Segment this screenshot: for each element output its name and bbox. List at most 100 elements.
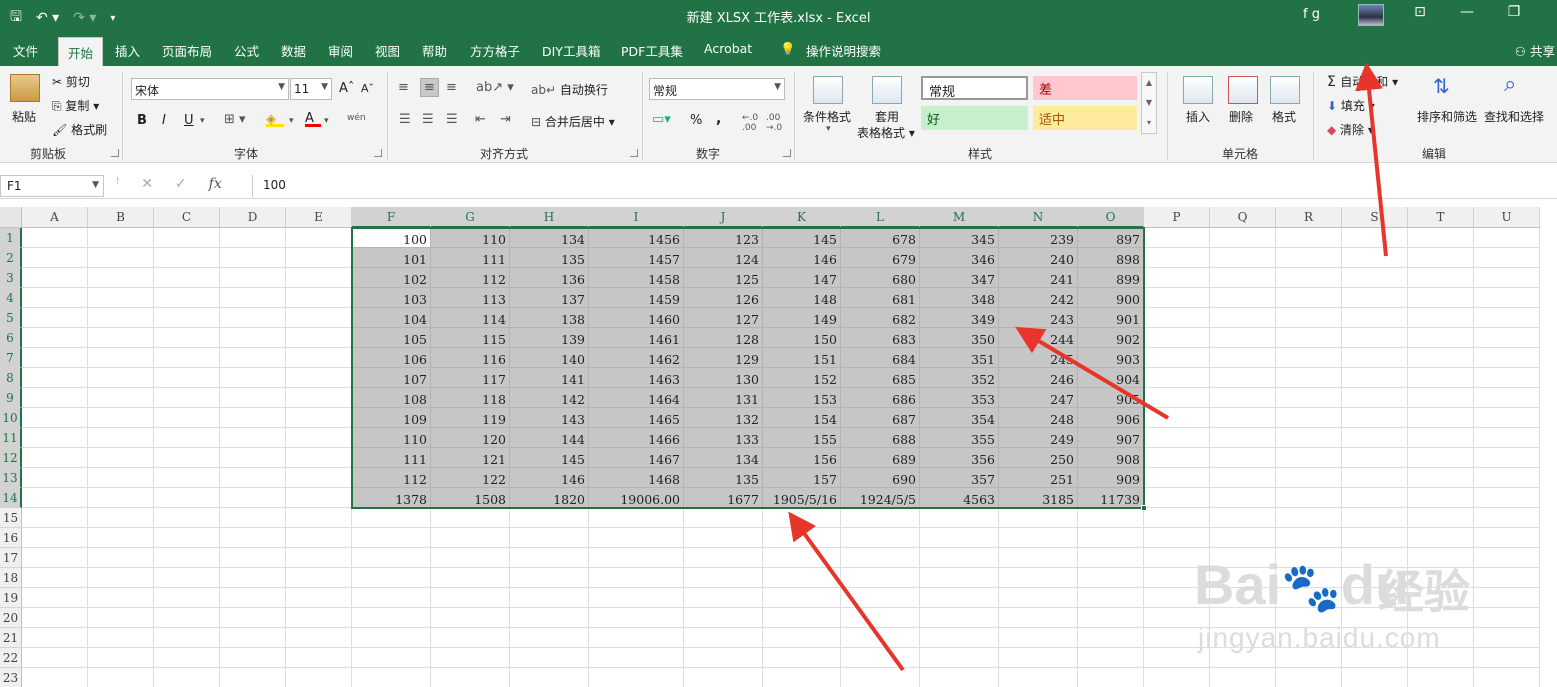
cell-e23[interactable] <box>286 668 352 687</box>
cell-t15[interactable] <box>1408 508 1474 528</box>
cell-l3[interactable]: 680 <box>841 268 920 288</box>
cell-h2[interactable]: 135 <box>510 248 589 268</box>
fill-button[interactable]: ⬇ 填充 ▾ <box>1327 97 1375 114</box>
cell-e13[interactable] <box>286 468 352 488</box>
cell-d16[interactable] <box>220 528 286 548</box>
cell-b16[interactable] <box>88 528 154 548</box>
cell-t14[interactable] <box>1408 488 1474 508</box>
cell-c22[interactable] <box>154 648 220 668</box>
cell-c10[interactable] <box>154 408 220 428</box>
row-header-22[interactable]: 22 <box>0 648 22 668</box>
cell-t13[interactable] <box>1408 468 1474 488</box>
cell-b8[interactable] <box>88 368 154 388</box>
cell-t6[interactable] <box>1408 328 1474 348</box>
cell-t5[interactable] <box>1408 308 1474 328</box>
cell-a10[interactable] <box>22 408 88 428</box>
cell-g19[interactable] <box>431 588 510 608</box>
row-header-9[interactable]: 9 <box>0 388 22 408</box>
cell-s23[interactable] <box>1342 668 1408 687</box>
cell-g23[interactable] <box>431 668 510 687</box>
chevron-down-icon[interactable]: ▾ <box>200 116 205 126</box>
cell-j18[interactable] <box>684 568 763 588</box>
cell-a12[interactable] <box>22 448 88 468</box>
tab-view[interactable]: 视图 <box>375 41 400 60</box>
cell-l23[interactable] <box>841 668 920 687</box>
cell-o9[interactable]: 905 <box>1078 388 1144 408</box>
style-bad[interactable]: 差 <box>1033 76 1137 100</box>
cell-g7[interactable]: 116 <box>431 348 510 368</box>
cell-i10[interactable]: 1465 <box>589 408 684 428</box>
cell-n18[interactable] <box>999 568 1078 588</box>
cell-i6[interactable]: 1461 <box>589 328 684 348</box>
row-header-21[interactable]: 21 <box>0 628 22 648</box>
cell-l16[interactable] <box>841 528 920 548</box>
cell-d7[interactable] <box>220 348 286 368</box>
decrease-decimal-icon[interactable]: .00 →.0 <box>766 113 782 133</box>
column-header-l[interactable]: L <box>841 207 920 228</box>
cell-g8[interactable]: 117 <box>431 368 510 388</box>
cell-h4[interactable]: 137 <box>510 288 589 308</box>
cell-l8[interactable]: 685 <box>841 368 920 388</box>
cell-i22[interactable] <box>589 648 684 668</box>
cell-n14[interactable]: 3185 <box>999 488 1078 508</box>
column-header-t[interactable]: T <box>1408 207 1474 228</box>
cell-m5[interactable]: 349 <box>920 308 999 328</box>
cell-k22[interactable] <box>763 648 841 668</box>
cell-b21[interactable] <box>88 628 154 648</box>
cell-f7[interactable]: 106 <box>352 348 431 368</box>
cell-c5[interactable] <box>154 308 220 328</box>
cell-g12[interactable]: 121 <box>431 448 510 468</box>
cell-s2[interactable] <box>1342 248 1408 268</box>
cell-f9[interactable]: 108 <box>352 388 431 408</box>
cell-g9[interactable]: 118 <box>431 388 510 408</box>
cell-o12[interactable]: 908 <box>1078 448 1144 468</box>
cell-q2[interactable] <box>1210 248 1276 268</box>
chevron-down-icon[interactable]: ▾ <box>289 116 294 126</box>
cell-l19[interactable] <box>841 588 920 608</box>
cell-u2[interactable] <box>1474 248 1540 268</box>
shrink-font-button[interactable]: Aˇ <box>361 82 374 95</box>
cell-u21[interactable] <box>1474 628 1540 648</box>
row-header-11[interactable]: 11 <box>0 428 22 448</box>
cell-r5[interactable] <box>1276 308 1342 328</box>
styles-gallery-scroll[interactable]: ▲ ▼ ▾ <box>1141 72 1157 134</box>
cell-q6[interactable] <box>1210 328 1276 348</box>
cell-u22[interactable] <box>1474 648 1540 668</box>
cell-r23[interactable] <box>1276 668 1342 687</box>
cell-q14[interactable] <box>1210 488 1276 508</box>
cell-d23[interactable] <box>220 668 286 687</box>
cell-t3[interactable] <box>1408 268 1474 288</box>
cell-f11[interactable]: 110 <box>352 428 431 448</box>
cell-o15[interactable] <box>1078 508 1144 528</box>
cell-c9[interactable] <box>154 388 220 408</box>
cell-f22[interactable] <box>352 648 431 668</box>
row-header-23[interactable]: 23 <box>0 668 22 687</box>
cell-t1[interactable] <box>1408 228 1474 248</box>
row-header-16[interactable]: 16 <box>0 528 22 548</box>
cell-c18[interactable] <box>154 568 220 588</box>
cell-l15[interactable] <box>841 508 920 528</box>
cell-d13[interactable] <box>220 468 286 488</box>
cell-e18[interactable] <box>286 568 352 588</box>
cell-f2[interactable]: 101 <box>352 248 431 268</box>
cut-button[interactable]: ✂ 剪切 <box>52 73 90 90</box>
cell-t9[interactable] <box>1408 388 1474 408</box>
cell-g18[interactable] <box>431 568 510 588</box>
align-left-icon[interactable]: ☰ <box>399 112 411 127</box>
cell-e22[interactable] <box>286 648 352 668</box>
cell-i9[interactable]: 1464 <box>589 388 684 408</box>
cell-e12[interactable] <box>286 448 352 468</box>
cell-o16[interactable] <box>1078 528 1144 548</box>
cell-o11[interactable]: 907 <box>1078 428 1144 448</box>
cell-n8[interactable]: 246 <box>999 368 1078 388</box>
cell-k14[interactable]: 1905/5/16 <box>763 488 841 508</box>
cell-e8[interactable] <box>286 368 352 388</box>
cell-u16[interactable] <box>1474 528 1540 548</box>
cell-t23[interactable] <box>1408 668 1474 687</box>
font-family-select[interactable]: 宋体 ▼ <box>131 78 289 100</box>
cell-l2[interactable]: 679 <box>841 248 920 268</box>
cell-j23[interactable] <box>684 668 763 687</box>
cell-k7[interactable]: 151 <box>763 348 841 368</box>
borders-icon[interactable]: ⊞ ▾ <box>224 112 246 127</box>
cell-c17[interactable] <box>154 548 220 568</box>
